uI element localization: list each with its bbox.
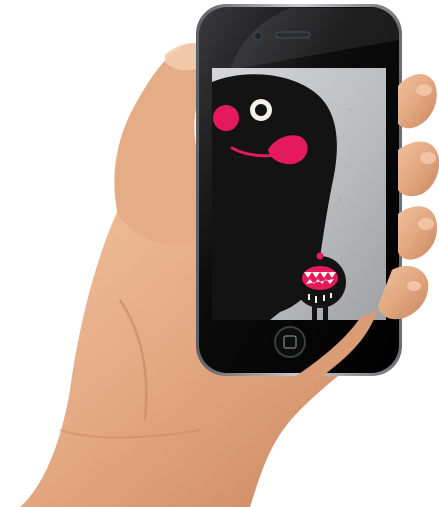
small-monster-leg-right [323, 304, 328, 320]
big-monster-pupil [255, 104, 267, 116]
big-monster-leg-left [224, 300, 234, 320]
middle-finger [398, 141, 439, 197]
small-monster-mouth [302, 266, 338, 290]
thumb [114, 43, 210, 245]
little-fingernail [407, 281, 421, 291]
middle-fingernail [420, 152, 436, 164]
earpiece-speaker-icon [275, 31, 311, 39]
screen [212, 68, 386, 320]
home-button-icon[interactable] [274, 326, 306, 358]
ring-fingernail [418, 218, 434, 230]
front-camera-icon [253, 31, 263, 41]
big-monster-cheek [213, 105, 239, 131]
small-monster-leg-left [312, 304, 317, 320]
index-finger [398, 74, 437, 129]
big-monster-leg-right [248, 300, 258, 320]
hand-holding-phone-photo [0, 0, 439, 507]
photo-illustration [20, 4, 439, 507]
small-monster-nose [316, 252, 324, 260]
ring-finger [398, 206, 438, 260]
index-fingernail [416, 84, 432, 96]
